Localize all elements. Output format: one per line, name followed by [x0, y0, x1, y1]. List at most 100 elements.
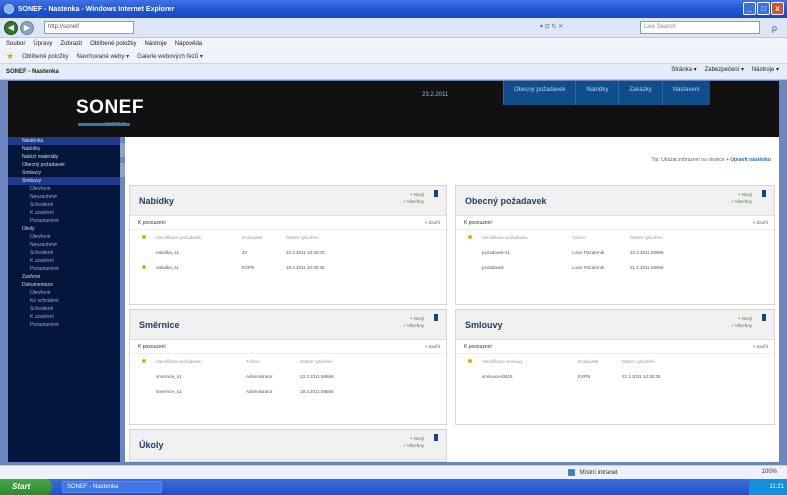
panel-subheader: K posouzení × Zavřít: [456, 340, 774, 354]
url-input[interactable]: http://sonef/: [44, 21, 134, 34]
taskbar-item-ie[interactable]: SONEF - Nastenka: [62, 481, 162, 493]
sidebar-item[interactable]: Dokumentace: [8, 281, 120, 289]
row-name[interactable]: nabidka_s1: [156, 260, 242, 275]
command-security[interactable]: Zabezpečení ▾: [705, 66, 744, 73]
address-tools[interactable]: ▾ ⊡ ↻ ✕: [540, 21, 630, 34]
search-icon[interactable]: ρ: [772, 23, 777, 33]
search-input[interactable]: Live Search: [640, 21, 760, 34]
close-link[interactable]: × Zavřít: [753, 344, 768, 349]
new-link[interactable]: + Nový: [403, 191, 424, 198]
new-link[interactable]: + Nový: [403, 315, 424, 322]
new-link[interactable]: + Nový: [731, 315, 752, 322]
command-page[interactable]: Stránka ▾: [671, 66, 696, 73]
all-link[interactable]: + Všechny: [403, 322, 424, 329]
sidebar-item[interactable]: Smlouvy: [8, 177, 120, 185]
table-row[interactable]: nabidka_s1 EXPN 18.2.2011 10:30:35: [140, 260, 328, 275]
sidebar-item[interactable]: Schválené: [8, 249, 120, 257]
sidebar-item[interactable]: Obecný požadavek: [8, 161, 120, 169]
close-window-button[interactable]: x: [771, 2, 784, 15]
sidebar-item[interactable]: Zavřené: [8, 273, 120, 281]
menu-file[interactable]: Soubor: [6, 41, 25, 47]
minimize-button[interactable]: _: [743, 2, 756, 15]
all-link[interactable]: + Všechny: [403, 198, 424, 205]
subheader-label: K posouzení: [138, 220, 166, 226]
sidebar-item[interactable]: Pozastavené: [8, 321, 120, 329]
new-link[interactable]: + Nový: [403, 435, 424, 442]
sidebar-item[interactable]: Ke schválení: [8, 297, 120, 305]
table-row[interactable]: pozadavek-s1 Lucie Pazdernik 22.2.2011 5…: [466, 245, 667, 260]
sidebar-item[interactable]: K uzavření: [8, 257, 120, 265]
zoom-level[interactable]: 100%: [762, 469, 777, 475]
top-nav-zakazky[interactable]: Zakázky: [618, 81, 662, 105]
menu-help[interactable]: Nápověda: [175, 41, 202, 47]
trash-icon[interactable]: [434, 314, 438, 321]
system-tray-clock[interactable]: 11:21: [749, 479, 787, 495]
trash-icon[interactable]: [762, 314, 766, 321]
sidebar-item[interactable]: Nabízí materiály: [8, 153, 120, 161]
top-nav-nabidky[interactable]: Nabídky: [575, 81, 619, 105]
sidebar-item[interactable]: Neuzavřené: [8, 193, 120, 201]
close-link[interactable]: × Zavřít: [425, 220, 440, 225]
zone-label: Místní intranet: [579, 470, 618, 477]
sidebar-item[interactable]: Otevřené: [8, 185, 120, 193]
top-nav-nastaveni[interactable]: Nastavení: [661, 81, 710, 105]
menu-tools[interactable]: Nástroje: [144, 41, 166, 47]
sidebar-item[interactable]: Otevřené: [8, 233, 120, 241]
sidebar-item[interactable]: Pozastavené: [8, 217, 120, 225]
sidebar-item[interactable]: Nabídky: [8, 145, 120, 153]
row-name[interactable]: pozadavek: [482, 260, 572, 275]
sidebar-item[interactable]: Pozastavené: [8, 265, 120, 273]
sidebar-item[interactable]: Neuzavřené: [8, 241, 120, 249]
forward-button[interactable]: ▶: [20, 20, 34, 35]
maximize-button[interactable]: □: [757, 2, 770, 15]
edit-dashboard-link[interactable]: Upravit nástěnku: [730, 157, 771, 163]
trash-icon[interactable]: [434, 190, 438, 197]
sidebar-item[interactable]: Úkoly: [8, 225, 120, 233]
sidebar-item[interactable]: Schválené: [8, 305, 120, 313]
new-link[interactable]: + Nový: [731, 191, 752, 198]
sidebar-item[interactable]: K uzavření: [8, 209, 120, 217]
all-link[interactable]: + Všechny: [731, 322, 752, 329]
favorites-star-icon[interactable]: ★: [6, 51, 14, 62]
trash-icon[interactable]: [434, 434, 438, 441]
command-tools[interactable]: Nástroje ▾: [752, 66, 779, 73]
window-titlebar[interactable]: SONEF - Nastenka - Windows Internet Expl…: [0, 0, 787, 18]
table-row[interactable]: pozadavek Lucie Pazdernik 21.2.2011 5866…: [466, 260, 667, 275]
row-name[interactable]: smernice_s1: [156, 369, 246, 384]
row-name[interactable]: nabidka_s1: [156, 245, 242, 260]
sonef-logo[interactable]: SONEF: [76, 97, 144, 119]
close-link[interactable]: × Zavřít: [425, 344, 440, 349]
menu-edit[interactable]: Úpravy: [33, 41, 52, 47]
row-who: Lucie Pazdernik: [572, 265, 605, 270]
tab-sonef[interactable]: SONEF - Nastenka: [6, 69, 59, 75]
sidebar-item[interactable]: Schválené: [8, 201, 120, 209]
row-name[interactable]: smlouva-s0818: [482, 369, 578, 384]
app-header: SONEF powered by 23.2.2011 Obecný požada…: [8, 81, 779, 137]
table-row[interactable]: smlouva-s0818 EXPN 21.2.2011 10:30:35: [466, 369, 664, 384]
back-button[interactable]: ◀: [4, 20, 18, 35]
all-link[interactable]: + Všechny: [731, 198, 752, 205]
edit-dashboard-plus-icon[interactable]: +: [726, 157, 729, 163]
row-date: 23.2.2011 58666: [300, 374, 334, 379]
favorites-item-suggested[interactable]: Navrhované weby ▾: [76, 53, 129, 60]
start-button[interactable]: Start: [0, 479, 52, 495]
favorites-item-gallery[interactable]: Galerie webových řezů ▾: [137, 53, 203, 60]
table-row[interactable]: smernice_s1 Administrator 23.2.2011 5866…: [140, 369, 337, 384]
sidebar-item[interactable]: Nástěnka: [8, 137, 120, 145]
top-nav-obecny[interactable]: Obecný požadavek: [503, 81, 576, 105]
sidebar-item[interactable]: K uzavření: [8, 313, 120, 321]
all-link[interactable]: + Všechny: [403, 442, 424, 449]
trash-icon[interactable]: [762, 190, 766, 197]
table-row[interactable]: smernice_s1 Administrator 19.2.2011 5866…: [140, 384, 337, 399]
sidebar-item[interactable]: Smlouvy: [8, 169, 120, 177]
row-name[interactable]: smernice_s1: [156, 384, 246, 399]
sidebar-item[interactable]: Otevřené: [8, 289, 120, 297]
row-name[interactable]: pozadavek-s1: [482, 245, 572, 260]
column-header: Tvůrce: [246, 359, 260, 364]
menu-view[interactable]: Zobrazit: [60, 41, 82, 47]
favorites-label[interactable]: Oblíbené položky: [22, 54, 68, 60]
menu-favorites[interactable]: Oblíbené položky: [90, 41, 136, 47]
table-row[interactable]: nabidka_s1 ZV 22.2.2011 16:30:03: [140, 245, 328, 260]
security-zone[interactable]: Místní intranet: [568, 469, 618, 476]
close-link[interactable]: × Zavřít: [753, 220, 768, 225]
